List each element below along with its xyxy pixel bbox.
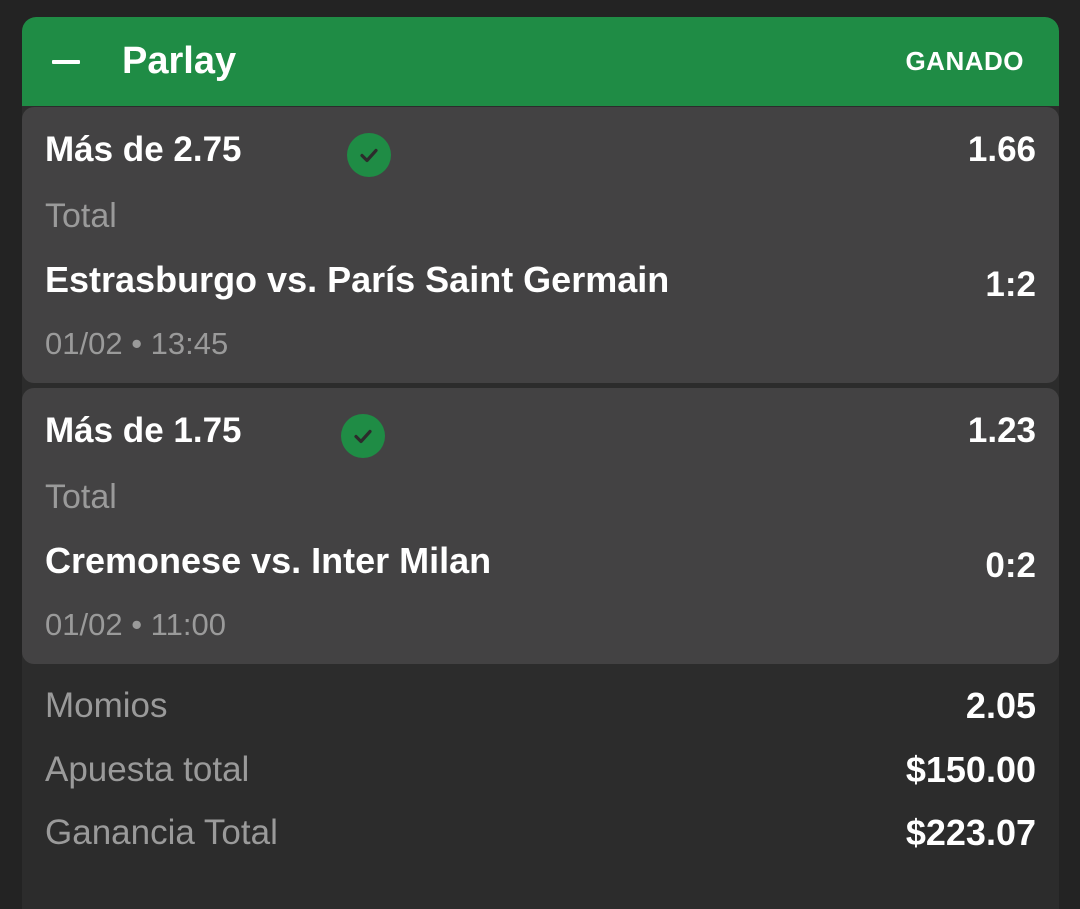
bet-leg: Más de 2.75 1.66 Total Estrasburgo vs. P… [22, 107, 1059, 383]
leg-market: Más de 2.75 [45, 130, 242, 169]
check-circle-icon [347, 133, 391, 177]
summary-win-row: Ganancia Total $223.07 [45, 811, 1036, 855]
bet-leg: Más de 1.75 1.23 Total Cremonese vs. Int… [22, 388, 1059, 664]
odds-label: Momios [45, 686, 168, 725]
leg-datetime: 01/02 • 13:45 [45, 326, 229, 361]
check-circle-icon [341, 414, 385, 458]
leg-final-score: 1:2 [985, 265, 1036, 304]
odds-value: 2.05 [965, 685, 1036, 726]
leg-odds: 1.66 [967, 130, 1036, 169]
leg-match-name: Cremonese vs. Inter Milan [45, 540, 492, 581]
leg-datetime: 01/02 • 11:00 [45, 607, 226, 642]
leg-market-type: Total [45, 197, 117, 235]
parlay-header[interactable]: Parlay GANADO [22, 17, 1059, 106]
leg-market: Más de 1.75 [45, 411, 242, 450]
stake-value: $150.00 [905, 749, 1036, 790]
stake-label: Apuesta total [45, 750, 250, 789]
leg-market-type: Total [45, 478, 117, 516]
summary-odds-row: Momios 2.05 [45, 684, 1036, 728]
leg-match-name: Estrasburgo vs. París Saint Germain [45, 259, 670, 300]
parlay-bet-card: Parlay GANADO Más de 2.75 1.66 Total Est… [22, 17, 1059, 909]
leg-final-score: 0:2 [985, 546, 1036, 585]
bet-type-title: Parlay [122, 40, 237, 82]
status-badge: GANADO [905, 46, 1024, 76]
summary-stake-row: Apuesta total $150.00 [45, 748, 1036, 792]
winnings-value: $223.07 [905, 812, 1036, 853]
minus-icon[interactable] [46, 45, 86, 79]
winnings-label: Ganancia Total [45, 813, 278, 852]
leg-odds: 1.23 [967, 411, 1036, 450]
